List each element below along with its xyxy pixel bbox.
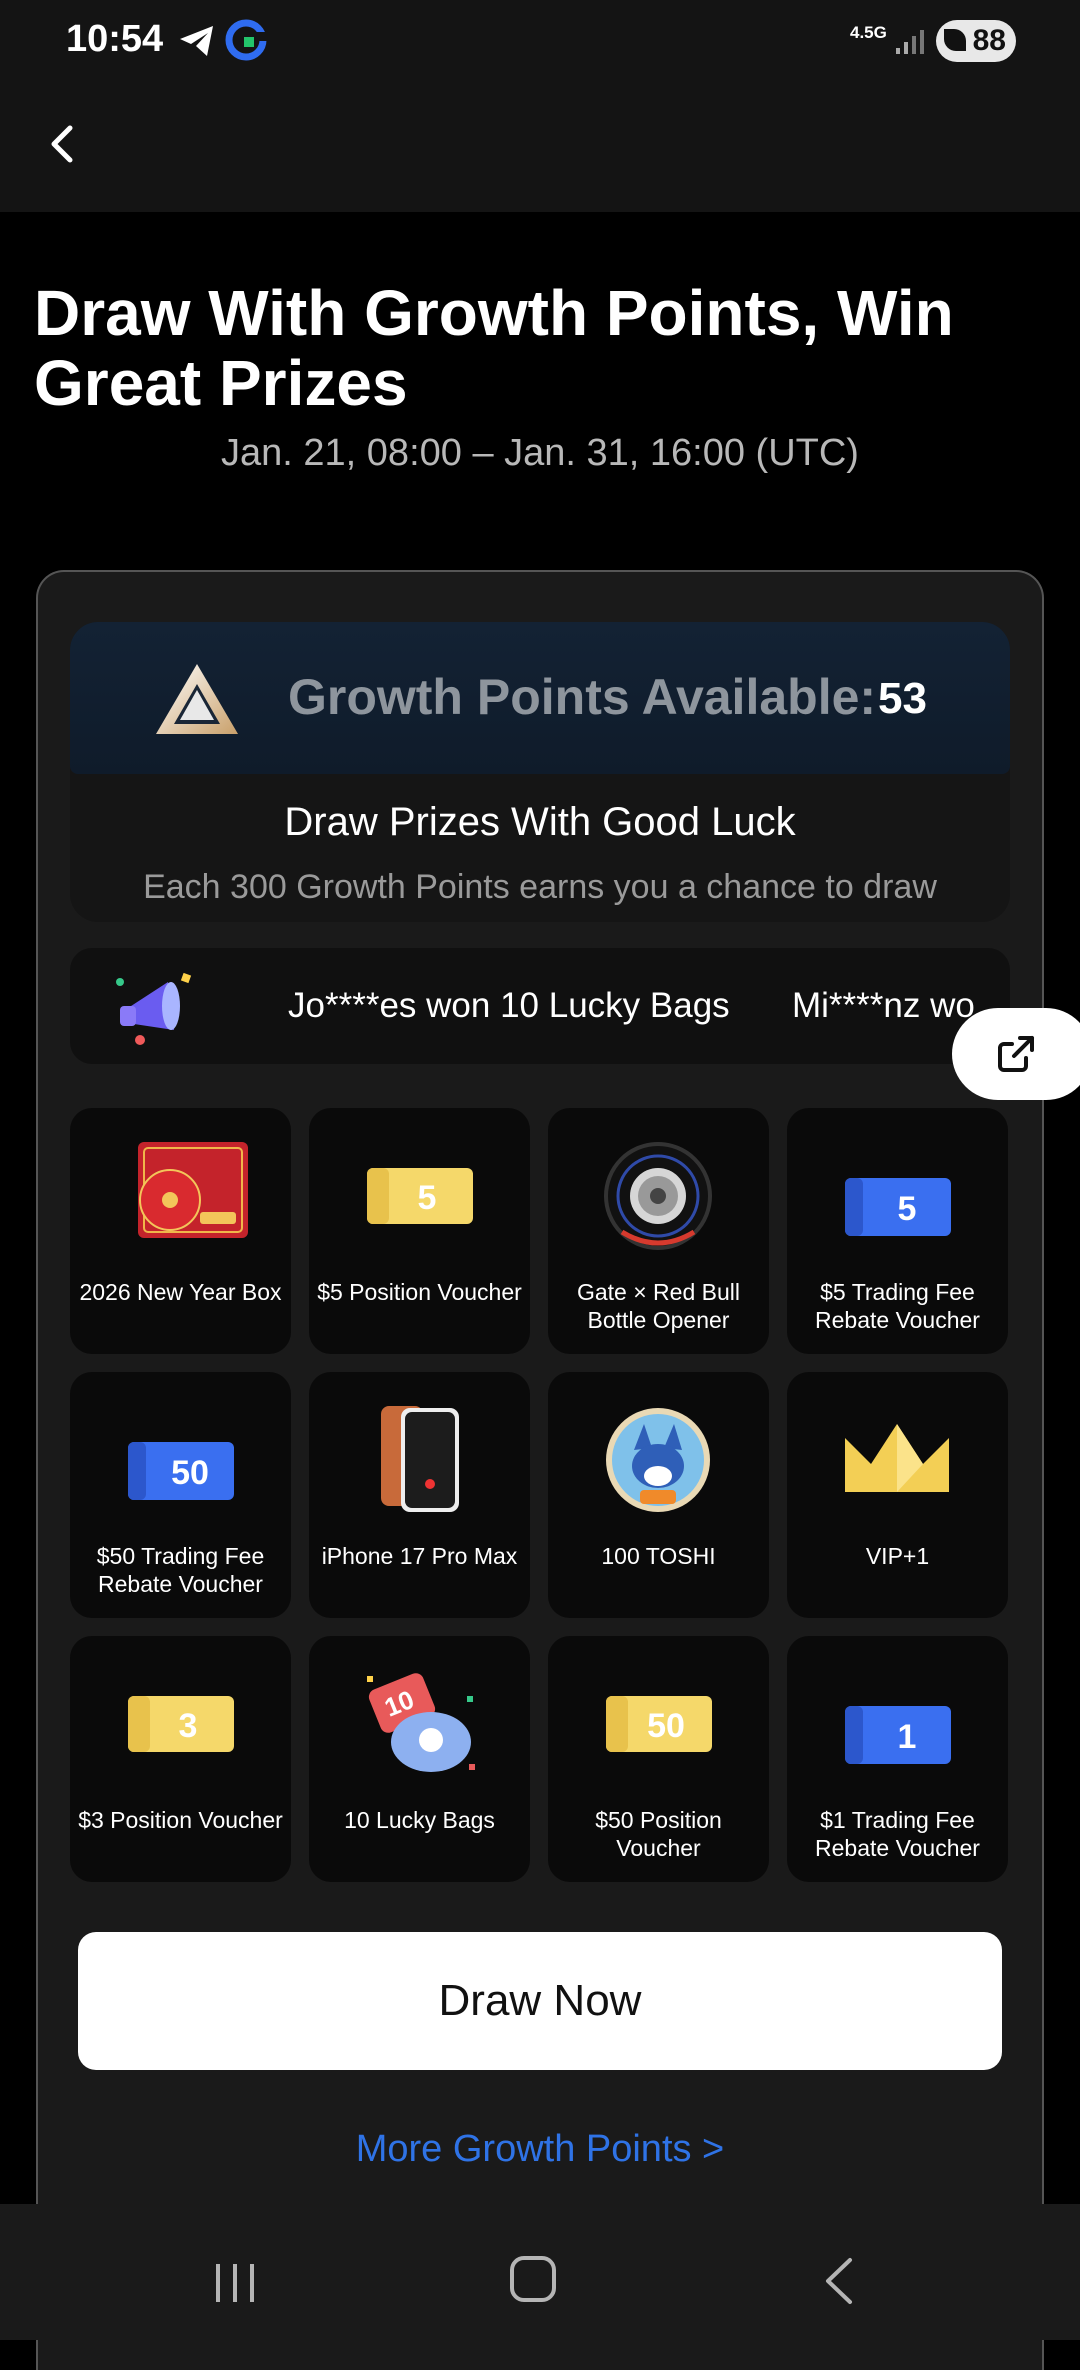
prize-label: VIP+1 <box>865 1543 930 1569</box>
prize-tile: 5 $5 Position Voucher <box>309 1108 530 1354</box>
voucher-badge: 50 <box>647 1707 685 1745</box>
voucher-badge: 1 <box>898 1718 917 1756</box>
app-header <box>0 84 1080 212</box>
prize-label: 10 Lucky Bags <box>344 1807 495 1833</box>
voucher-badge: 5 <box>898 1190 917 1228</box>
prize-tile: 3 $3 Position Voucher <box>70 1636 291 1882</box>
growth-points-value: 53 <box>878 674 927 723</box>
voucher-badge: 3 <box>179 1707 198 1745</box>
growth-points-label: Growth Points Available: <box>288 669 877 725</box>
blue-ticket-icon: 5 <box>845 1178 951 1236</box>
draw-heading: Draw Prizes With Good Luck <box>284 800 796 844</box>
telegram-icon <box>180 26 213 56</box>
more-growth-points-link[interactable]: More Growth Points > <box>0 2128 1080 2171</box>
ticker-item: Mi****nz wo <box>792 986 975 1025</box>
back-nav-icon[interactable] <box>820 2256 860 2306</box>
voucher-badge: 5 <box>418 1179 437 1217</box>
network-type: 4.5G <box>850 23 887 42</box>
home-icon[interactable] <box>510 2256 556 2302</box>
status-bar: 10:54 4.5G 88 <box>0 0 1080 84</box>
prize-tile: 2026 New Year Box <box>70 1108 291 1354</box>
winners-ticker: Jo****es won 10 Lucky Bags Mi****nz wo <box>70 948 1010 1064</box>
draw-subtitle: Each 300 Growth Points earns you a chanc… <box>143 868 937 906</box>
prize-label: $5 Trading Fee Rebate Voucher <box>815 1279 980 1333</box>
prize-tile: 5 $5 Trading Fee Rebate Voucher <box>787 1108 1008 1354</box>
recent-apps-icon[interactable] <box>212 2260 258 2306</box>
gold-ticket-icon: 50 <box>606 1696 712 1752</box>
app-notification-icon <box>225 19 268 61</box>
share-button[interactable] <box>952 1008 1080 1100</box>
battery-level: 88 <box>972 24 1006 57</box>
prize-tile: VIP+1 <box>787 1372 1008 1618</box>
prize-label: 2026 New Year Box <box>79 1279 282 1305</box>
battery-saver-icon <box>944 29 966 51</box>
prize-label: $5 Position Voucher <box>317 1279 522 1305</box>
growth-points-icon <box>156 664 238 734</box>
prize-tile: 10 10 Lucky Bags <box>309 1636 530 1882</box>
prize-tile: Gate × Red Bull Bottle Opener <box>548 1108 769 1354</box>
share-icon <box>998 1036 1034 1072</box>
signal-icon <box>896 30 924 54</box>
prize-tile: iPhone 17 Pro Max <box>309 1372 530 1618</box>
prize-tile: 50 $50 Position Voucher <box>548 1636 769 1882</box>
prize-grid: 2026 New Year Box 5 $5 Position Voucher … <box>70 1108 1010 1882</box>
gold-ticket-icon: 3 <box>128 1696 234 1752</box>
prize-tile: 50 $50 Trading Fee Rebate Voucher <box>70 1372 291 1618</box>
draw-now-button[interactable]: Draw Now <box>78 1932 1002 2070</box>
voucher-badge: 50 <box>171 1454 209 1492</box>
prize-label: $3 Position Voucher <box>78 1807 283 1833</box>
prize-label: 100 TOSHI <box>601 1543 716 1569</box>
system-nav-bar <box>0 2204 1080 2340</box>
prize-label: Gate × Red Bull Bottle Opener <box>576 1279 740 1333</box>
prize-label: $50 Position Voucher <box>595 1807 722 1861</box>
prize-label: $1 Trading Fee Rebate Voucher <box>815 1807 980 1861</box>
gold-ticket-icon: 5 <box>367 1168 473 1224</box>
crown-icon <box>845 1424 949 1492</box>
gift-box-icon <box>138 1142 248 1238</box>
prize-label: $50 Trading Fee Rebate Voucher <box>96 1543 265 1597</box>
phone-icon <box>381 1406 459 1512</box>
prize-tile: 1 $1 Trading Fee Rebate Voucher <box>787 1636 1008 1882</box>
prize-tile: 100 TOSHI <box>548 1372 769 1618</box>
blue-ticket-icon: 1 <box>845 1706 951 1764</box>
event-dates: Jan. 21, 08:00 – Jan. 31, 16:00 (UTC) <box>221 432 859 474</box>
toshi-icon <box>606 1408 710 1512</box>
battery-indicator: 88 <box>936 20 1016 62</box>
blue-ticket-icon: 50 <box>128 1442 234 1500</box>
lucky-bag-icon: 10 <box>367 1673 475 1772</box>
ticker-item: Jo****es won 10 Lucky Bags <box>288 986 730 1025</box>
prize-label: iPhone 17 Pro Max <box>321 1543 518 1569</box>
back-button[interactable] <box>36 114 96 174</box>
status-time: 10:54 <box>66 18 164 60</box>
tire-icon <box>604 1142 712 1250</box>
megaphone-icon <box>116 972 192 1045</box>
page-title: Draw With Growth Points, Win Great Prize… <box>34 277 954 419</box>
